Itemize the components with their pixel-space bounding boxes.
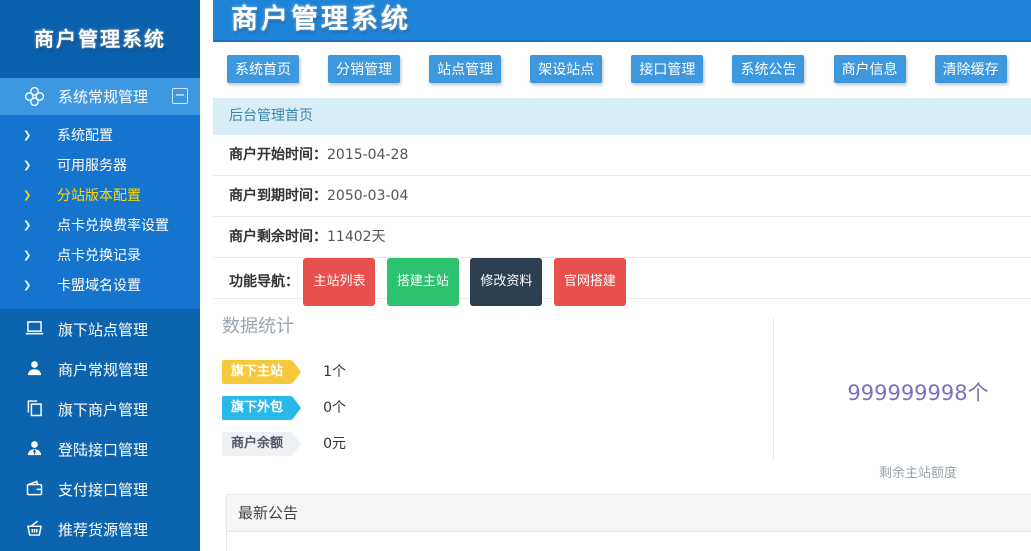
chevron-right-icon: ❯ [23, 271, 31, 301]
sidebar-item-card-exchange-records[interactable]: ❯ 点卡兑换记录 [0, 241, 200, 271]
outsourcing-badge: 旗下外包 [222, 396, 292, 420]
outsourcing-value: 0个 [323, 396, 346, 420]
chevron-right-icon: ❯ [23, 151, 31, 181]
sidebar-item-substation-version-config[interactable]: ❯ 分站版本配置 [0, 181, 200, 211]
sidebar: 商户管理系统 系统常规管理 − ❯ 系统配置 ❯ 可用服务器 ❯ 分 [0, 0, 200, 551]
announcement-panel-title: 最新公告 [227, 495, 1031, 532]
row-merchant-expire-time: 商户到期时间：2050-03-04 [213, 176, 1031, 217]
chevron-right-icon: ❯ [23, 241, 31, 271]
sidebar-item-login-interface-management[interactable]: 登陆接口管理 [0, 429, 200, 469]
nav-button-interface-management[interactable]: 接口管理 [631, 55, 703, 83]
chevron-right-icon: ❯ [23, 121, 31, 151]
merchant-balance-badge: 商户余额 [222, 432, 292, 456]
sidebar-section-label: 系统常规管理 [0, 86, 148, 107]
sidebar-logo: 商户管理系统 [0, 0, 200, 78]
chevron-right-icon: ❯ [23, 181, 31, 211]
sidebar-item-label: 推荐货源管理 [0, 519, 148, 540]
remaining-quota-block: 999999998个 剩余主站额度 [773, 299, 1031, 494]
row-label: 商户开始时间： [229, 147, 327, 163]
row-value: 2015-04-28 [327, 147, 408, 163]
row-merchant-remaining-time: 商户剩余时间：11402天 [213, 217, 1031, 258]
row-value: 11402天 [327, 229, 386, 245]
user-icon [24, 358, 45, 383]
row-merchant-start-time: 商户开始时间：2015-04-28 [213, 135, 1031, 176]
page-title: 商户管理系统 [213, 0, 1031, 40]
page-header: 商户管理系统 [213, 0, 1031, 42]
merchant-balance-value: 0元 [323, 432, 346, 456]
copy-icon [24, 398, 45, 423]
sidebar-item-merchant-general-management[interactable]: 商户常规管理 [0, 349, 200, 389]
nav-button-clear-cache[interactable]: 清除缓存 [935, 55, 1007, 83]
remaining-quota-value: 999999998个 [773, 377, 1031, 407]
laptop-icon [24, 318, 45, 343]
sidebar-item-sub-merchant-management[interactable]: 旗下商户管理 [0, 389, 200, 429]
sidebar-item-kameng-domain-settings[interactable]: ❯ 卡盟域名设置 [0, 271, 200, 301]
user-tie-icon [24, 438, 45, 463]
collapse-minus-icon[interactable]: − [172, 88, 188, 104]
wallet-icon [24, 478, 45, 503]
top-navigation: 系统首页 分销管理 站点管理 架设站点 接口管理 系统公告 商户信息 清除缓存 … [227, 55, 1031, 83]
breadcrumb: 后台管理首页 [213, 98, 1031, 135]
sidebar-item-label: 旗下商户管理 [0, 399, 148, 420]
sidebar-item-label: 支付接口管理 [0, 479, 148, 500]
sidebar-item-available-servers[interactable]: ❯ 可用服务器 [0, 151, 200, 181]
row-label: 商户到期时间： [229, 188, 327, 204]
announcement-panel: 最新公告 [226, 494, 1031, 551]
main-sites-badge: 旗下主站 [222, 360, 292, 384]
sidebar-item-payment-interface-management[interactable]: 支付接口管理 [0, 469, 200, 509]
basket-icon [24, 518, 45, 543]
clover-icon [24, 86, 45, 111]
remaining-quota-caption: 剩余主站额度 [773, 462, 1031, 481]
sidebar-item-sites-management[interactable]: 旗下站点管理 [0, 309, 200, 349]
nav-button-setup-site[interactable]: 架设站点 [530, 55, 602, 83]
chevron-right-icon: ❯ [23, 211, 31, 241]
sidebar-section-system-general[interactable]: 系统常规管理 − [0, 78, 200, 115]
row-label: 商户剩余时间： [229, 229, 327, 245]
nav-button-merchant-info[interactable]: 商户信息 [834, 55, 906, 83]
statistics-section: 数据统计 旗下主站 1个 旗下外包 0个 商户余额 0元 999999998个 … [213, 299, 1031, 494]
app-window: 商户管理系统 系统常规管理 − ❯ 系统配置 ❯ 可用服务器 ❯ 分 [0, 0, 1031, 551]
sidebar-item-system-config[interactable]: ❯ 系统配置 [0, 121, 200, 151]
nav-button-system-home[interactable]: 系统首页 [227, 55, 299, 83]
sidebar-submenu: ❯ 系统配置 ❯ 可用服务器 ❯ 分站版本配置 ❯ 点卡兑换费率设置 ❯ 点卡兑… [0, 115, 200, 309]
sidebar-item-card-exchange-rate[interactable]: ❯ 点卡兑换费率设置 [0, 211, 200, 241]
sidebar-item-label: 旗下站点管理 [0, 319, 148, 340]
nav-button-distribution-management[interactable]: 分销管理 [328, 55, 400, 83]
nav-button-system-announcement[interactable]: 系统公告 [732, 55, 804, 83]
quick-nav-label: 功能导航： [229, 274, 299, 290]
sidebar-item-label: 登陆接口管理 [0, 439, 148, 460]
row-value: 2050-03-04 [327, 188, 408, 204]
sidebar-item-label: 商户常规管理 [0, 359, 148, 380]
nav-button-site-management[interactable]: 站点管理 [429, 55, 501, 83]
main-sites-value: 1个 [323, 360, 346, 384]
sidebar-item-recommended-supply-management[interactable]: 推荐货源管理 [0, 509, 200, 549]
row-quick-nav: 功能导航： 主站列表 搭建主站 修改资料 官网搭建 [213, 258, 1031, 299]
merchant-info-rows: 商户开始时间：2015-04-28 商户到期时间：2050-03-04 商户剩余… [213, 135, 1031, 299]
